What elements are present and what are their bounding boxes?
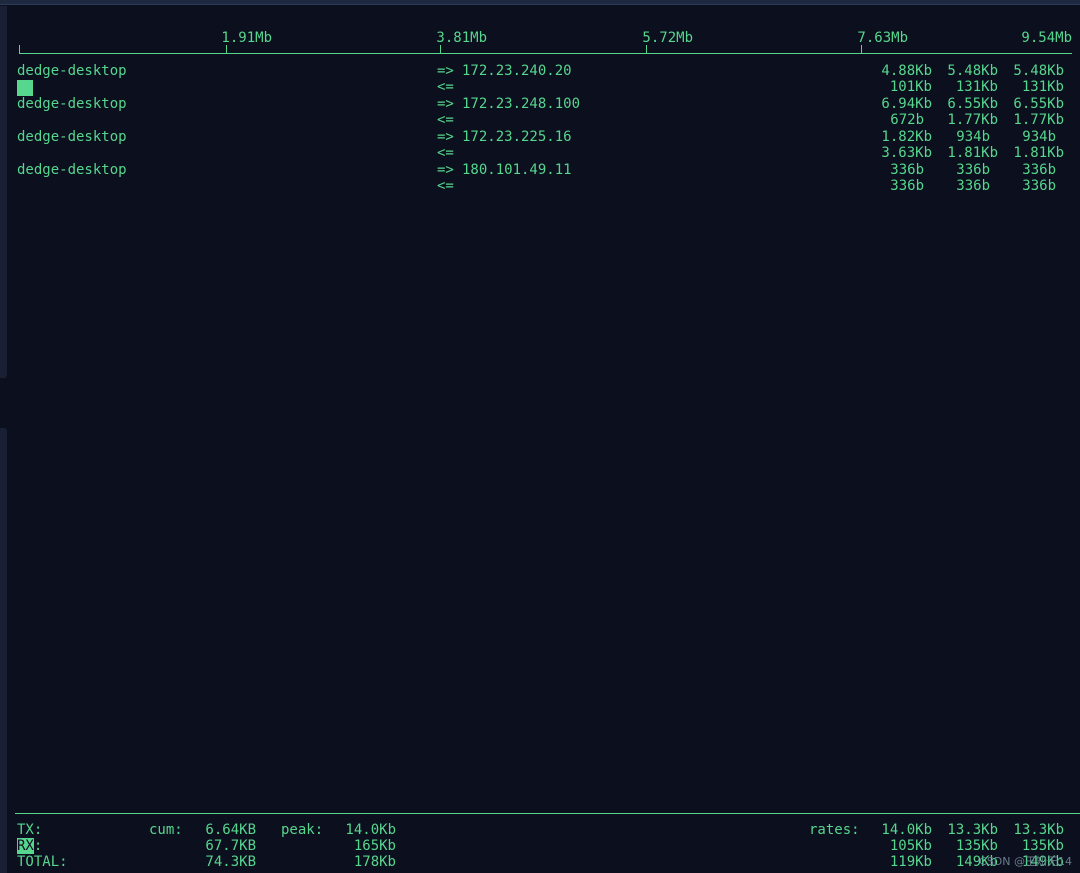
rate-2s: 4.88Kb	[881, 63, 932, 79]
rate-40s: 1.81Kb	[1013, 145, 1064, 161]
local-host: dedge-desktop	[17, 129, 127, 145]
rate-40s: 6.55Kb	[1013, 96, 1064, 112]
tx-rate-10s: 13.3Kb	[947, 822, 998, 838]
scale-tick	[646, 45, 647, 54]
rate-40s: 1.77Kb	[1013, 112, 1064, 128]
local-host: dedge-desktop	[17, 96, 127, 112]
scale-tick-label: 1.91Mb	[221, 30, 272, 46]
rx-rate-2s: 105Kb	[889, 838, 932, 854]
rate-10s: 1.81Kb	[947, 145, 998, 161]
rate-2s: 101Kb	[889, 79, 932, 95]
window-top-strip	[0, 0, 1080, 5]
rate-40s: 336b	[1022, 162, 1056, 178]
watermark-text: CSDN @王知无14	[979, 855, 1072, 868]
terminal-cursor	[17, 80, 33, 96]
scale-tick	[19, 45, 20, 54]
total-cum: 74.3KB	[205, 854, 256, 870]
left-scroll-gutter[interactable]	[0, 6, 7, 378]
scale-tick-label: 7.63Mb	[857, 30, 908, 46]
rx-rate-10s: 135Kb	[955, 838, 998, 854]
rx-label-colon: :	[33, 838, 43, 854]
rate-10s: 336b	[956, 178, 990, 194]
peak-label: peak:	[281, 822, 324, 838]
scale-tick	[861, 45, 862, 54]
tx-rate-40s: 13.3Kb	[1013, 822, 1064, 838]
remote-host: 172.23.248.100	[462, 96, 581, 112]
left-scroll-gutter-lower[interactable]	[0, 428, 7, 873]
rate-10s: 5.48Kb	[947, 63, 998, 79]
direction-out-arrow: =>	[437, 63, 454, 79]
rate-2s: 336b	[890, 178, 924, 194]
direction-out-arrow: =>	[437, 96, 454, 112]
scale-tick-label: 3.81Mb	[436, 30, 487, 46]
tx-rate-2s: 14.0Kb	[881, 822, 932, 838]
direction-in-arrow: <=	[437, 178, 454, 194]
rate-10s: 6.55Kb	[947, 96, 998, 112]
direction-in-arrow: <=	[437, 145, 454, 161]
rx-label: RX:	[17, 838, 42, 854]
rate-10s: 131Kb	[955, 79, 998, 95]
scale-axis-line	[19, 53, 1072, 54]
direction-in-arrow: <=	[437, 79, 454, 95]
direction-in-arrow: <=	[437, 112, 454, 128]
local-host: dedge-desktop	[17, 162, 127, 178]
scale-tick-label: 5.72Mb	[642, 30, 693, 46]
scale-tick	[440, 45, 441, 54]
rate-40s: 336b	[1022, 178, 1056, 194]
tx-label: TX:	[17, 822, 43, 838]
remote-host: 172.23.225.16	[462, 129, 572, 145]
rate-2s: 672b	[890, 112, 924, 128]
rate-2s: 336b	[890, 162, 924, 178]
rate-40s: 934b	[1022, 129, 1056, 145]
local-host: dedge-desktop	[17, 63, 127, 79]
direction-out-arrow: =>	[437, 129, 454, 145]
rate-10s: 1.77Kb	[947, 112, 998, 128]
rx-label-highlight: RX	[17, 838, 34, 854]
scale-tick-label: 9.54Mb	[1021, 30, 1072, 46]
rx-peak: 165Kb	[353, 838, 396, 854]
remote-host: 172.23.240.20	[462, 63, 572, 79]
scale-tick	[226, 45, 227, 54]
rate-40s: 131Kb	[1021, 79, 1064, 95]
tx-cum: 6.64KB	[205, 822, 256, 838]
total-peak: 178Kb	[353, 854, 396, 870]
direction-out-arrow: =>	[437, 162, 454, 178]
rx-rate-40s: 135Kb	[1021, 838, 1064, 854]
rates-label: rates:	[809, 822, 860, 838]
total-rate-2s: 119Kb	[889, 854, 932, 870]
remote-host: 180.101.49.11	[462, 162, 572, 178]
tx-peak: 14.0Kb	[345, 822, 396, 838]
total-label: TOTAL:	[17, 854, 68, 870]
rate-10s: 934b	[956, 129, 990, 145]
rate-2s: 3.63Kb	[881, 145, 932, 161]
rx-cum: 67.7KB	[205, 838, 256, 854]
footer-separator	[15, 813, 1080, 814]
iftop-terminal: 1.91Mb 3.81Mb 5.72Mb 7.63Mb 9.54Mb dedge…	[0, 0, 1080, 873]
cum-label: cum:	[149, 822, 183, 838]
rate-10s: 336b	[956, 162, 990, 178]
rate-40s: 5.48Kb	[1013, 63, 1064, 79]
rate-2s: 6.94Kb	[881, 96, 932, 112]
